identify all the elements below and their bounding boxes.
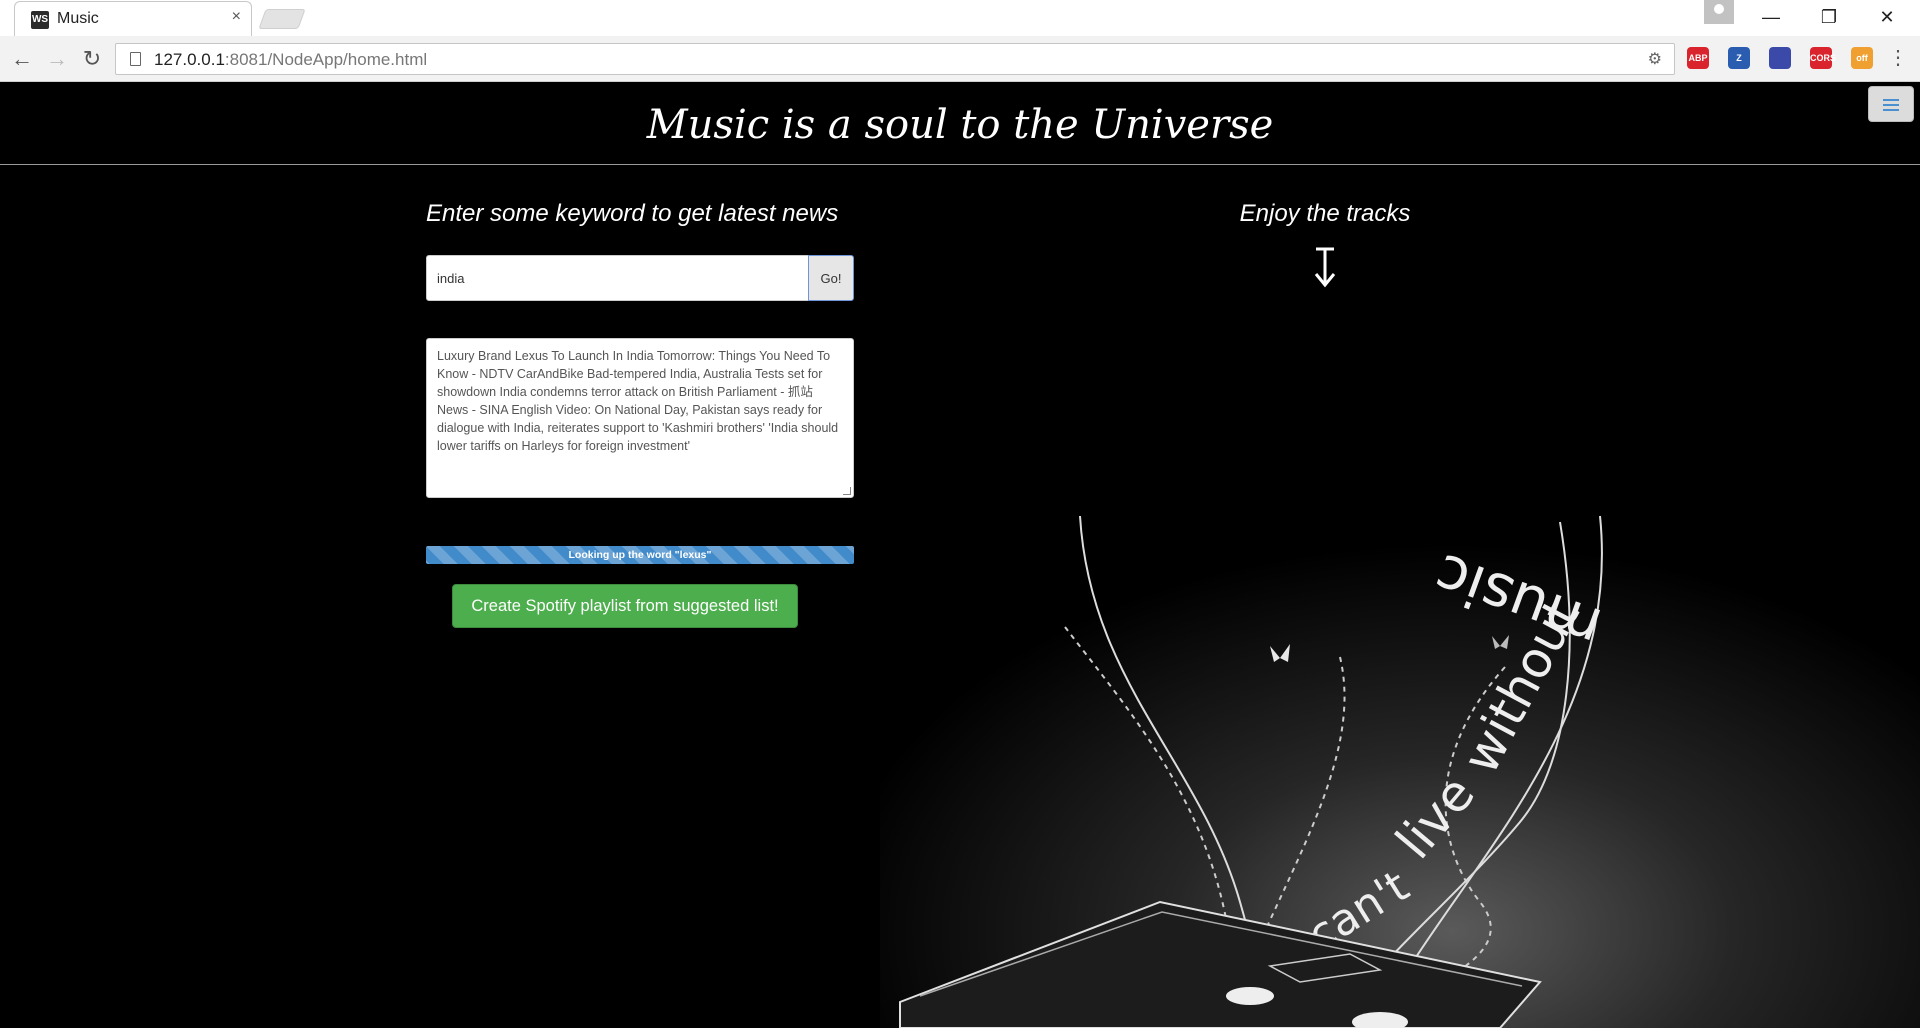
window-close-icon[interactable]: ✕ xyxy=(1858,2,1916,32)
url-text: 127.0.0.1:8081/NodeApp/home.html xyxy=(154,50,428,69)
webstorm-favicon-icon: WS xyxy=(31,11,49,29)
zotero-icon[interactable]: Z xyxy=(1728,47,1750,69)
news-textarea[interactable]: Luxury Brand Lexus To Launch In India To… xyxy=(426,338,854,498)
off-badge-extension-icon[interactable]: off xyxy=(1851,47,1873,69)
keyword-search: Go! xyxy=(426,255,854,301)
browser-toolbar: ← → ↻ 127.0.0.1:8081/NodeApp/home.html ⚙… xyxy=(0,36,1920,82)
close-tab-icon[interactable]: × xyxy=(232,8,241,26)
forward-arrow-icon[interactable]: → xyxy=(43,45,71,73)
progress-bar: Looking up the word "lexus" xyxy=(426,546,854,564)
browser-tab[interactable]: WS Music × xyxy=(14,1,252,36)
reload-icon[interactable]: ↻ xyxy=(78,45,106,73)
page-content: Music is a soul to the Universe Enter so… xyxy=(0,82,1920,1028)
go-button[interactable]: Go! xyxy=(808,255,854,301)
minimize-icon[interactable]: — xyxy=(1742,2,1800,32)
page-info-icon[interactable] xyxy=(130,52,141,66)
keyword-input[interactable] xyxy=(426,255,809,301)
cassette-music-artwork: can't live without music xyxy=(880,382,1920,1028)
back-arrow-icon[interactable]: ← xyxy=(8,45,36,73)
cors-icon[interactable]: CORS xyxy=(1810,47,1836,69)
news-text: Luxury Brand Lexus To Launch In India To… xyxy=(437,349,839,453)
browser-menu-icon[interactable]: ⋮ xyxy=(1888,46,1908,70)
resize-handle[interactable] xyxy=(843,487,851,495)
create-spotify-playlist-button[interactable]: Create Spotify playlist from suggested l… xyxy=(452,584,798,628)
tab-title: Music xyxy=(57,10,99,27)
key-icon[interactable]: ⚙ xyxy=(1648,49,1662,69)
tab-strip: WS Music × — ❐ ✕ xyxy=(0,0,1920,36)
profile-avatar-icon[interactable] xyxy=(1704,0,1734,24)
new-tab-button[interactable] xyxy=(258,9,306,29)
address-bar[interactable]: 127.0.0.1:8081/NodeApp/home.html ⚙ xyxy=(115,43,1675,75)
header-divider xyxy=(0,164,1920,165)
tracks-heading: Enjoy the tracks xyxy=(1239,200,1411,227)
down-arrow-icon xyxy=(1314,247,1336,288)
hamburger-menu-icon[interactable] xyxy=(1868,86,1914,122)
extension-icon[interactable] xyxy=(1769,47,1791,69)
page-title: Music is a soul to the Universe xyxy=(646,102,1274,148)
restore-icon[interactable]: ❐ xyxy=(1800,2,1858,32)
news-heading: Enter some keyword to get latest news xyxy=(426,200,839,227)
adblock-plus-icon[interactable]: ABP xyxy=(1687,47,1709,69)
progress-label: Looking up the word "lexus" xyxy=(568,549,712,561)
